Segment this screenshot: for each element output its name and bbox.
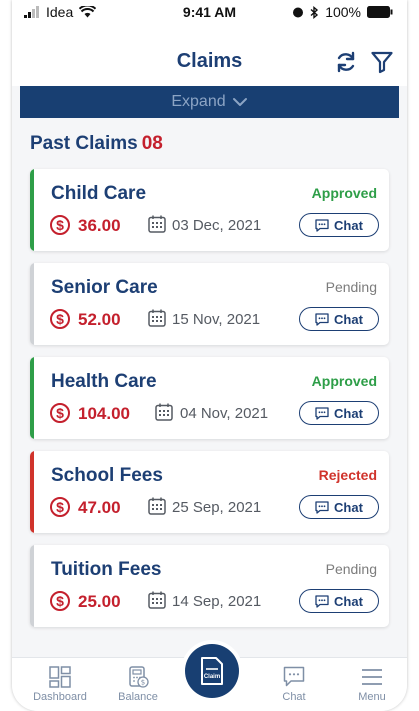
claim-fab-label: Claim	[204, 674, 220, 680]
dashboard-icon	[49, 666, 71, 688]
chat-button-label: Chat	[334, 217, 363, 233]
claim-card[interactable]: Senior Care Pending $ 52.00 15 Nov, 2021…	[30, 263, 389, 345]
status-stripe	[30, 263, 34, 345]
battery-percent: 100%	[325, 4, 361, 20]
expand-label: Expand	[171, 93, 226, 110]
battery-icon	[367, 6, 393, 18]
claim-card[interactable]: School Fees Rejected $ 47.00 25 Sep, 202…	[30, 451, 389, 533]
status-stripe	[30, 357, 34, 439]
claim-date: 25 Sep, 2021	[172, 499, 262, 516]
claim-card[interactable]: Child Care Approved $ 36.00 03 Dec, 2021…	[30, 169, 389, 251]
chat-button[interactable]: Chat	[299, 213, 379, 237]
chat-button[interactable]: Chat	[299, 495, 379, 519]
claim-amount: 104.00	[78, 404, 130, 423]
claim-document-icon: Claim	[201, 657, 223, 685]
claim-amount: 25.00	[78, 592, 121, 611]
claim-status: Approved	[311, 185, 377, 201]
claim-card[interactable]: Tuition Fees Pending $ 25.00 14 Sep, 202…	[30, 545, 389, 627]
tab-dashboard[interactable]: Dashboard	[22, 658, 98, 711]
dollar-icon: $	[50, 403, 70, 423]
chat-button[interactable]: Chat	[299, 589, 379, 613]
claim-status: Pending	[325, 279, 377, 295]
tab-chat-label: Chat	[282, 691, 306, 703]
section-title-text: Past Claims	[30, 133, 138, 154]
bluetooth-icon	[310, 5, 319, 19]
claim-card[interactable]: Health Care Approved $ 104.00 04 Nov, 20…	[30, 357, 389, 439]
claims-count: 08	[141, 133, 163, 154]
chat-button-label: Chat	[334, 405, 363, 421]
chat-icon	[283, 666, 305, 687]
chat-bubble-icon	[315, 406, 329, 420]
chat-bubble-icon	[315, 594, 329, 608]
chat-button-label: Chat	[334, 311, 363, 327]
tab-chat[interactable]: Chat	[256, 658, 332, 711]
status-stripe	[30, 169, 34, 251]
claim-status: Pending	[325, 561, 377, 577]
chat-button-label: Chat	[334, 499, 363, 515]
calendar-icon	[148, 215, 166, 233]
claim-amount: 47.00	[78, 498, 121, 517]
tab-menu[interactable]: Menu	[334, 658, 407, 711]
section-title: Past Claims 08	[30, 133, 163, 155]
dollar-icon: $	[50, 215, 70, 235]
chat-bubble-icon	[315, 218, 329, 232]
claim-amount: 52.00	[78, 310, 121, 329]
claim-amount: 36.00	[78, 216, 121, 235]
app-header: Claims	[12, 36, 407, 86]
calendar-icon	[148, 309, 166, 327]
calendar-icon	[155, 403, 173, 421]
chevron-down-icon	[232, 98, 247, 106]
tab-menu-label: Menu	[358, 691, 386, 703]
phone-screen: Idea 9:41 AM 100% Claims Expand Past Cla…	[12, 0, 407, 711]
alarm-icon	[293, 7, 304, 18]
dollar-icon: $	[50, 309, 70, 329]
chat-bubble-icon	[315, 312, 329, 326]
svg-text:$: $	[141, 679, 145, 687]
dollar-icon: $	[50, 497, 70, 517]
claim-title: School Fees	[51, 465, 163, 486]
tab-balance[interactable]: $ Balance	[100, 658, 176, 711]
claim-title: Child Care	[51, 183, 147, 204]
claim-date: 15 Nov, 2021	[172, 311, 261, 328]
calendar-icon	[148, 497, 166, 515]
claim-status: Approved	[311, 373, 377, 389]
claim-date: 14 Sep, 2021	[172, 593, 262, 610]
expand-button[interactable]: Expand	[20, 86, 399, 118]
claim-date: 04 Nov, 2021	[180, 405, 269, 422]
status-stripe	[30, 545, 34, 627]
claim-date: 03 Dec, 2021	[172, 217, 262, 234]
claim-status: Rejected	[318, 467, 377, 483]
tab-balance-label: Balance	[118, 691, 158, 703]
calendar-icon	[148, 591, 166, 609]
chat-button[interactable]: Chat	[299, 307, 379, 331]
claim-fab-button[interactable]: Claim	[185, 644, 239, 698]
chat-bubble-icon	[315, 500, 329, 514]
claim-title: Health Care	[51, 371, 157, 392]
balance-icon: $	[129, 666, 149, 688]
filter-icon[interactable]	[370, 50, 394, 74]
status-right: 100%	[292, 4, 393, 20]
device-frame: Idea 9:41 AM 100% Claims Expand Past Cla…	[0, 0, 419, 711]
menu-icon	[362, 669, 382, 685]
claim-title: Senior Care	[51, 277, 158, 298]
chat-button-label: Chat	[334, 593, 363, 609]
chat-button[interactable]: Chat	[299, 401, 379, 425]
dollar-icon: $	[50, 591, 70, 611]
status-stripe	[30, 451, 34, 533]
refresh-icon[interactable]	[334, 50, 358, 74]
tab-dashboard-label: Dashboard	[33, 691, 87, 703]
claim-title: Tuition Fees	[51, 559, 162, 580]
status-bar: Idea 9:41 AM 100%	[12, 0, 407, 36]
